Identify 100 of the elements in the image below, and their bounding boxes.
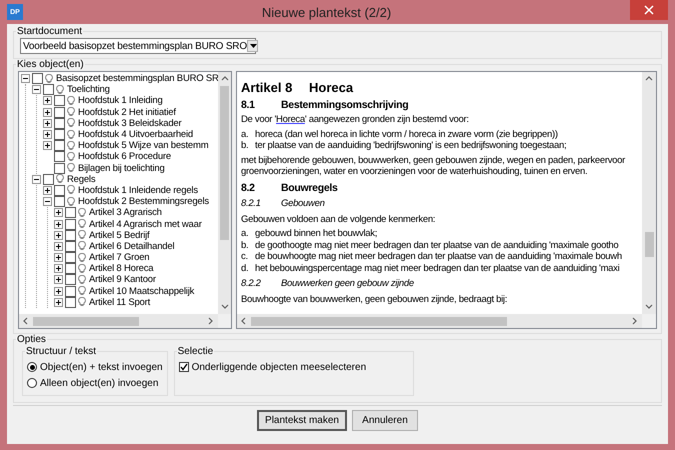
- tree-item[interactable]: Artikel 7 Groen: [89, 252, 150, 264]
- expand-icon[interactable]: [54, 208, 63, 218]
- checkbox[interactable]: [65, 218, 76, 230]
- checkbox[interactable]: [54, 140, 65, 152]
- checkbox[interactable]: [54, 184, 65, 196]
- expand-icon[interactable]: [54, 220, 63, 229]
- group-label: Selectie: [176, 346, 214, 357]
- expand-icon[interactable]: [43, 118, 52, 128]
- tree-item[interactable]: Artikel 11 Sport: [89, 296, 150, 308]
- checkbox[interactable]: [65, 230, 76, 241]
- tree-item[interactable]: Artikel 6 Detailhandel: [89, 240, 174, 252]
- tree-item[interactable]: Artikel 4 Agrarisch met waar: [89, 218, 202, 230]
- expand-icon[interactable]: [54, 230, 63, 240]
- expand-icon[interactable]: [43, 186, 52, 195]
- chevron-up-icon[interactable]: [220, 75, 228, 83]
- group-label: Startdocument: [16, 26, 84, 37]
- chevron-right-icon[interactable]: [207, 317, 215, 325]
- collapse-icon[interactable]: [32, 85, 41, 94]
- tree-item[interactable]: Artikel 3 Agrarisch: [89, 207, 162, 218]
- scrollbar-thumb[interactable]: [33, 316, 140, 326]
- expand-icon[interactable]: [43, 130, 52, 140]
- expand-icon[interactable]: [54, 275, 63, 284]
- subsection-title: Bouwwerken geen gebouw zijnde: [281, 278, 414, 289]
- chevron-left-icon[interactable]: [22, 317, 30, 325]
- object-tree[interactable]: [18, 71, 232, 329]
- checkbox-label[interactable]: Onderliggende objecten meeselecteren: [192, 362, 366, 372]
- checkbox[interactable]: [65, 207, 76, 218]
- horizontal-scrollbar[interactable]: [19, 314, 218, 328]
- dialog-button[interactable]: Annuleren: [352, 410, 418, 431]
- text-line: Gebouwen voldoen aan de volgende kenmerken:: [241, 214, 436, 225]
- checkbox[interactable]: [43, 84, 54, 96]
- checkbox[interactable]: [54, 95, 65, 106]
- radio-label[interactable]: Alleen object(en) invoegen: [40, 378, 158, 388]
- tree-item[interactable]: Hoofdstuk 4 Uitvoerbaarheid: [78, 129, 194, 140]
- list-marker: c.: [241, 251, 249, 262]
- checkbox[interactable]: [65, 252, 76, 264]
- tree-item[interactable]: Artikel 9 Kantoor: [89, 274, 156, 286]
- tree-item[interactable]: Hoofdstuk 3 Beleidskader: [78, 118, 182, 129]
- radio-button[interactable]: [27, 378, 37, 388]
- horizontal-scrollbar[interactable]: [237, 314, 642, 328]
- close-button[interactable]: [630, 0, 668, 20]
- radio-label[interactable]: Object(en) + tekst invoegen: [40, 362, 163, 372]
- collapse-icon[interactable]: [32, 174, 41, 184]
- tree-item[interactable]: Hoofdstuk 1 Inleiding: [78, 95, 163, 106]
- scrollbar-thumb[interactable]: [251, 316, 508, 326]
- tree-item[interactable]: Artikel 8 Horeca: [89, 263, 154, 274]
- tree-item[interactable]: Hoofdstuk 1 Inleidende regels: [78, 184, 198, 196]
- tree-item[interactable]: Regels: [67, 174, 96, 185]
- expand-icon[interactable]: [54, 242, 63, 251]
- expand-icon[interactable]: [54, 298, 63, 307]
- checkbox[interactable]: [43, 174, 54, 185]
- checkbox[interactable]: [54, 151, 65, 162]
- expand-icon[interactable]: [54, 253, 63, 262]
- chevron-left-icon[interactable]: [240, 317, 248, 325]
- checkbox[interactable]: [65, 296, 76, 308]
- chevron-up-icon[interactable]: [645, 75, 653, 83]
- checkbox[interactable]: [65, 240, 76, 252]
- tree-item[interactable]: Hoofdstuk 6 Procedure: [78, 151, 171, 162]
- collapse-icon[interactable]: [21, 74, 30, 84]
- checkbox[interactable]: [32, 73, 43, 84]
- group-label: Opties: [16, 334, 47, 345]
- radio-button[interactable]: [27, 362, 37, 372]
- checkbox[interactable]: [65, 286, 76, 297]
- checkbox[interactable]: [54, 129, 65, 140]
- checkbox[interactable]: [54, 118, 65, 129]
- expand-icon[interactable]: [54, 286, 63, 296]
- checkbox[interactable]: [54, 196, 65, 208]
- vertical-scrollbar[interactable]: [642, 72, 656, 314]
- checkbox[interactable]: [65, 263, 76, 274]
- list-item-text: horeca (dan wel horeca in lichte vorm / horeca in zware vorm (zie begrippen)): [255, 128, 558, 140]
- tree-item[interactable]: Toelichting: [67, 84, 110, 96]
- collapse-icon[interactable]: [43, 197, 52, 206]
- list-marker: b.: [241, 240, 250, 251]
- tree-item[interactable]: Bijlagen bij toelichting: [78, 162, 165, 174]
- scrollbar-thumb[interactable]: [644, 232, 654, 258]
- tree-item[interactable]: Hoofdstuk 2 Bestemmingsregels: [78, 196, 209, 208]
- dialog-button[interactable]: Plantekst maken: [257, 410, 347, 431]
- tree-item[interactable]: Hoofdstuk 5 Wijze van bestemm: [78, 140, 208, 152]
- chevron-down-icon[interactable]: [645, 303, 653, 311]
- subsection-title: Gebouwen: [281, 198, 325, 208]
- scrollbar-thumb[interactable]: [220, 86, 229, 240]
- chevron-down-icon[interactable]: [220, 303, 228, 311]
- tree-item[interactable]: Artikel 5 Bedrijf: [89, 230, 150, 241]
- expand-icon[interactable]: [43, 108, 52, 117]
- list-marker: a.: [241, 228, 250, 240]
- lightbulb-icon: [56, 174, 64, 184]
- checkbox[interactable]: [54, 106, 65, 118]
- checkbox[interactable]: [65, 274, 76, 286]
- tree-item[interactable]: Hoofdstuk 2 Het initiatief: [78, 106, 176, 118]
- expand-icon[interactable]: [43, 141, 52, 150]
- document-dropdown[interactable]: Voorbeeld basisopzet bestemmingsplan BURO SRO: [20, 38, 256, 54]
- tree-item[interactable]: Basisopzet bestemmingsplan BURO SR: [56, 73, 218, 84]
- expand-icon[interactable]: [54, 264, 63, 274]
- checkbox[interactable]: [54, 162, 65, 174]
- chevron-right-icon[interactable]: [631, 317, 639, 325]
- expand-icon[interactable]: [43, 96, 52, 106]
- checkbox[interactable]: [178, 362, 189, 372]
- tree-item[interactable]: Artikel 10 Maatschappelijk: [89, 286, 194, 297]
- link[interactable]: Horeca: [276, 114, 305, 125]
- vertical-scrollbar[interactable]: [218, 72, 231, 314]
